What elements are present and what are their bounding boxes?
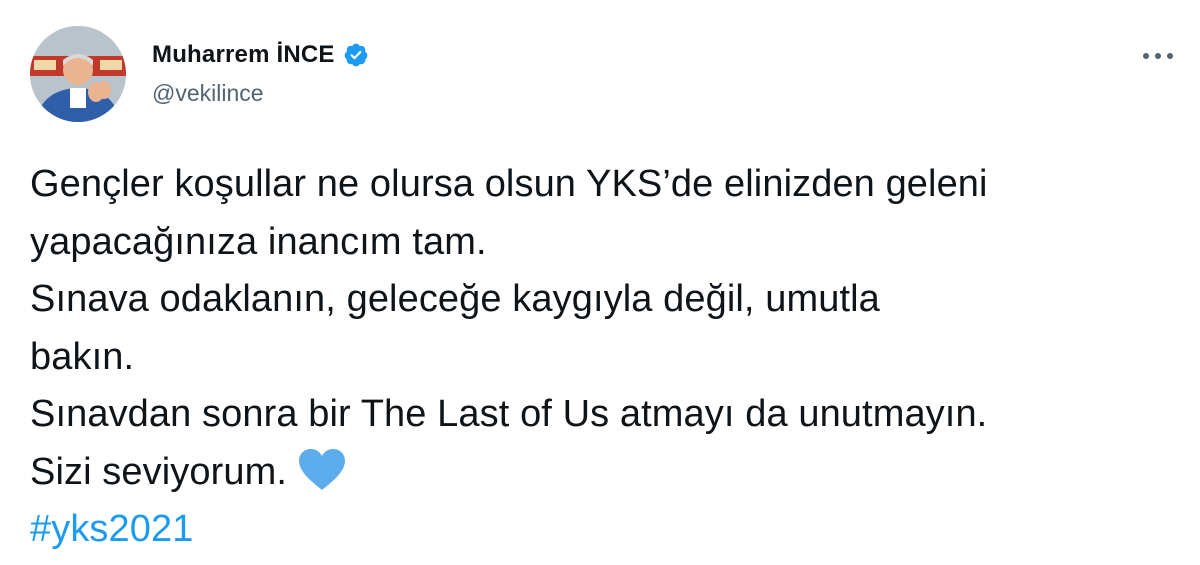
tweet-line-with-emoji: Sizi seviyorum. [30, 444, 1180, 502]
tweet-line: bakın. [30, 335, 135, 378]
tweet-line: Gençler koşullar ne olursa olsun YKS’de … [30, 163, 988, 205]
tweet-line: Sınava odaklanın, geleceğe kaygıyla deği… [30, 278, 880, 320]
avatar[interactable] [30, 26, 126, 122]
author-display-name[interactable]: Muharrem İNCE [152, 41, 335, 69]
tweet-line: Sizi seviyorum. [30, 450, 287, 493]
author-handle[interactable]: @vekilince [152, 80, 264, 107]
blue-heart-icon [297, 448, 347, 492]
tweet-text: Gençler koşullar ne olursa olsun YKS’de … [30, 156, 1180, 559]
tweet-line: yapacağınıza inancım tam. [30, 220, 487, 263]
verified-badge-icon [343, 42, 369, 68]
author-name-row[interactable]: Muharrem İNCE [152, 38, 369, 72]
tweet-card: Muharrem İNCE @vekilince Gençler koşulla… [0, 0, 1200, 565]
tweet-line: Sınavdan sonra bir The Last of Us atmayı… [30, 393, 988, 435]
hashtag-link[interactable]: #yks2021 [30, 501, 1180, 559]
avatar-image [30, 26, 126, 122]
more-options-icon[interactable] [1138, 40, 1178, 72]
